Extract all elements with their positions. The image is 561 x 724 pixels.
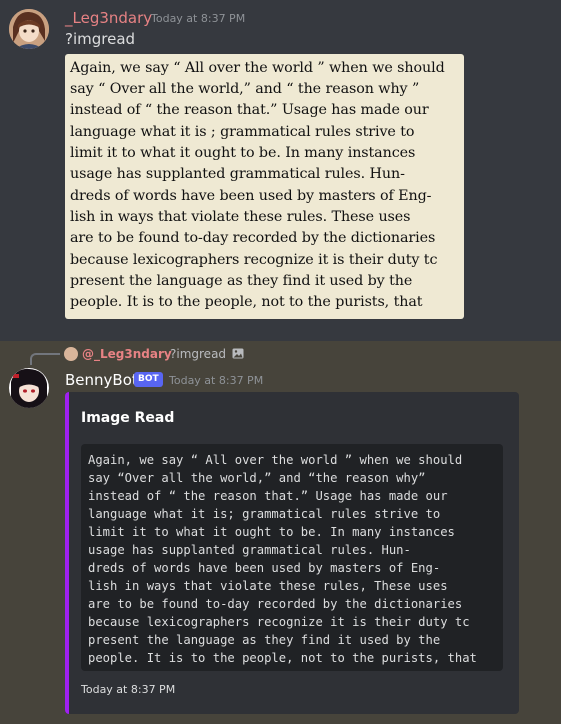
- scan-text-line: present the language as they find it use…: [70, 273, 413, 289]
- code-line: because lexicographers recognize it is t…: [88, 615, 470, 629]
- embed-accent-bar: [65, 392, 69, 714]
- scan-text-line: dreds of words have been used by masters…: [70, 188, 432, 204]
- username[interactable]: _Leg3ndary: [65, 9, 152, 27]
- attached-image[interactable]: Again, we say “ All over the world ” whe…: [65, 54, 464, 319]
- code-line: people. It is to the people, not to the …: [88, 651, 477, 665]
- scan-text-line: because lexicographers recognize it is t…: [70, 252, 438, 268]
- reply-username[interactable]: @_Leg3ndary: [82, 347, 172, 361]
- embed: Image Read Again, we say “ All over the …: [65, 392, 519, 714]
- message-1: _Leg3ndary Today at 8:37 PM ?imgread Aga…: [0, 0, 561, 341]
- scan-text-line: say “ Over all the world,” and “ the rea…: [70, 81, 420, 97]
- scan-text-line: are to be found to-day recorded by the d…: [70, 230, 436, 246]
- timestamp: Today at 8:37 PM: [151, 12, 246, 25]
- scan-text-line: Again, we say “ All over the world ” whe…: [70, 60, 445, 76]
- scan-text-line: limit it to what it ought to be. In many…: [70, 145, 416, 161]
- scan-text-line: language what it is ; grammatical rules …: [70, 124, 415, 140]
- embed-title: Image Read: [81, 410, 175, 426]
- code-line: dreds of words have been used by masters…: [88, 561, 441, 575]
- scan-text-line: lish in ways that violate these rules. T…: [70, 209, 411, 225]
- scan-text-line: instead of “ the reason that.” Usage has…: [70, 102, 429, 118]
- user-avatar[interactable]: [9, 9, 49, 49]
- code-line: language what it is; grammatical rules s…: [88, 507, 441, 521]
- code-block[interactable]: Again, we say “ All over the world ” whe…: [81, 444, 503, 671]
- code-line: limit it to what it ought to be. In many…: [88, 525, 455, 539]
- code-line: usage has supplanted grammatical rules. …: [88, 543, 411, 557]
- code-line: lish in ways that violate these rules, T…: [88, 579, 448, 593]
- bot-badge: BOT: [134, 372, 163, 387]
- scan-text-line: people. It is to the people, not to the …: [70, 294, 423, 310]
- image-icon: [232, 348, 244, 359]
- code-line: instead of “ the reason that.” Usage has…: [88, 489, 448, 503]
- embed-footer: Today at 8:37 PM: [81, 683, 176, 696]
- message-content: ?imgread: [65, 30, 136, 48]
- reply-connector: [30, 353, 60, 365]
- bot-username[interactable]: BennyBot: [65, 371, 138, 389]
- reply-avatar[interactable]: [64, 347, 78, 361]
- code-line: present the language as they find it use…: [88, 633, 441, 647]
- code-line: are to be found to-day recorded by the d…: [88, 597, 463, 611]
- timestamp: Today at 8:37 PM: [169, 374, 264, 387]
- reply-content[interactable]: ?imgread: [170, 347, 226, 361]
- bot-avatar[interactable]: [9, 368, 49, 408]
- scan-text-line: usage has supplanted grammatical rules. …: [70, 166, 405, 182]
- code-line: Again, we say “ All over the world ” whe…: [88, 453, 463, 467]
- code-line: say “Over all the world,” and “the reaso…: [88, 471, 426, 485]
